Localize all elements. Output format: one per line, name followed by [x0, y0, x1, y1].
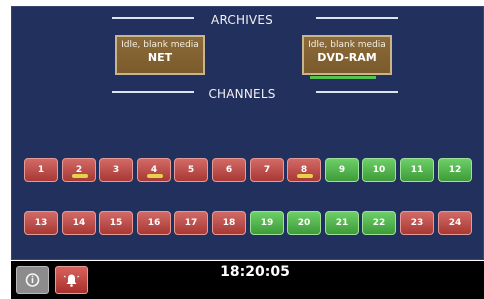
alarm-button[interactable] — [55, 266, 88, 294]
clock: 18:20:05 — [220, 264, 290, 280]
channels-divider-right — [316, 91, 398, 93]
channel-label: 9 — [338, 165, 346, 175]
archive-status: Idle, blank media — [308, 40, 386, 50]
channel-label: 1 — [37, 165, 45, 175]
channel-button-8[interactable]: 8 — [287, 158, 321, 182]
channel-button-18[interactable]: 18 — [212, 211, 246, 235]
alarm-icon — [63, 274, 80, 287]
channel-button-6[interactable]: 6 — [212, 158, 246, 182]
channel-button-17[interactable]: 17 — [174, 211, 208, 235]
info-icon — [25, 273, 40, 287]
archive-name: NET — [147, 51, 173, 64]
channel-button-15[interactable]: 15 — [99, 211, 133, 235]
info-button[interactable] — [16, 266, 49, 294]
archive-name: DVD-RAM — [317, 51, 377, 64]
channel-label: 13 — [34, 218, 48, 228]
archive-dvd-ram[interactable]: Idle, blank media DVD-RAM — [302, 35, 392, 79]
channel-label: 22 — [372, 218, 386, 228]
channel-button-22[interactable]: 22 — [362, 211, 396, 235]
channel-label: 19 — [260, 218, 274, 228]
channel-button-16[interactable]: 16 — [137, 211, 171, 235]
channel-button-13[interactable]: 13 — [24, 211, 58, 235]
channel-label: 16 — [147, 218, 161, 228]
archives-title: ARCHIVES — [211, 13, 273, 27]
channel-label: 14 — [72, 218, 86, 228]
channel-label: 17 — [184, 218, 198, 228]
archive-net[interactable]: Idle, blank media NET — [115, 35, 205, 75]
channel-button-1[interactable]: 1 — [24, 158, 58, 182]
channel-button-4[interactable]: 4 — [137, 158, 171, 182]
channel-label: 12 — [448, 165, 462, 175]
channel-label: 7 — [263, 165, 271, 175]
channel-button-9[interactable]: 9 — [325, 158, 359, 182]
archive-status: Idle, blank media — [121, 40, 199, 50]
channel-label: 11 — [410, 165, 424, 175]
channel-label: 18 — [222, 218, 236, 228]
channel-button-3[interactable]: 3 — [99, 158, 133, 182]
channel-label: 3 — [112, 165, 120, 175]
archives-divider-right — [316, 17, 398, 19]
channel-button-2[interactable]: 2 — [62, 158, 96, 182]
channels-title: CHANNELS — [208, 87, 276, 101]
channel-button-11[interactable]: 11 — [400, 158, 434, 182]
channel-label: 21 — [335, 218, 349, 228]
channel-button-23[interactable]: 23 — [400, 211, 434, 235]
channel-recording-indicator — [297, 174, 313, 178]
channel-button-24[interactable]: 24 — [438, 211, 472, 235]
archive-progress-bar — [310, 76, 376, 79]
channel-label: 15 — [109, 218, 123, 228]
channel-label: 6 — [225, 165, 233, 175]
channel-button-7[interactable]: 7 — [250, 158, 284, 182]
channel-button-19[interactable]: 19 — [250, 211, 284, 235]
channel-button-10[interactable]: 10 — [362, 158, 396, 182]
channel-label: 20 — [297, 218, 311, 228]
channel-button-12[interactable]: 12 — [438, 158, 472, 182]
channel-button-20[interactable]: 20 — [287, 211, 321, 235]
channel-label: 23 — [410, 218, 424, 228]
channel-label: 24 — [448, 218, 462, 228]
channel-label: 5 — [187, 165, 195, 175]
channel-recording-indicator — [72, 174, 88, 178]
channel-button-5[interactable]: 5 — [174, 158, 208, 182]
channel-button-21[interactable]: 21 — [325, 211, 359, 235]
channel-label: 10 — [372, 165, 386, 175]
channel-button-14[interactable]: 14 — [62, 211, 96, 235]
channel-recording-indicator — [147, 174, 163, 178]
